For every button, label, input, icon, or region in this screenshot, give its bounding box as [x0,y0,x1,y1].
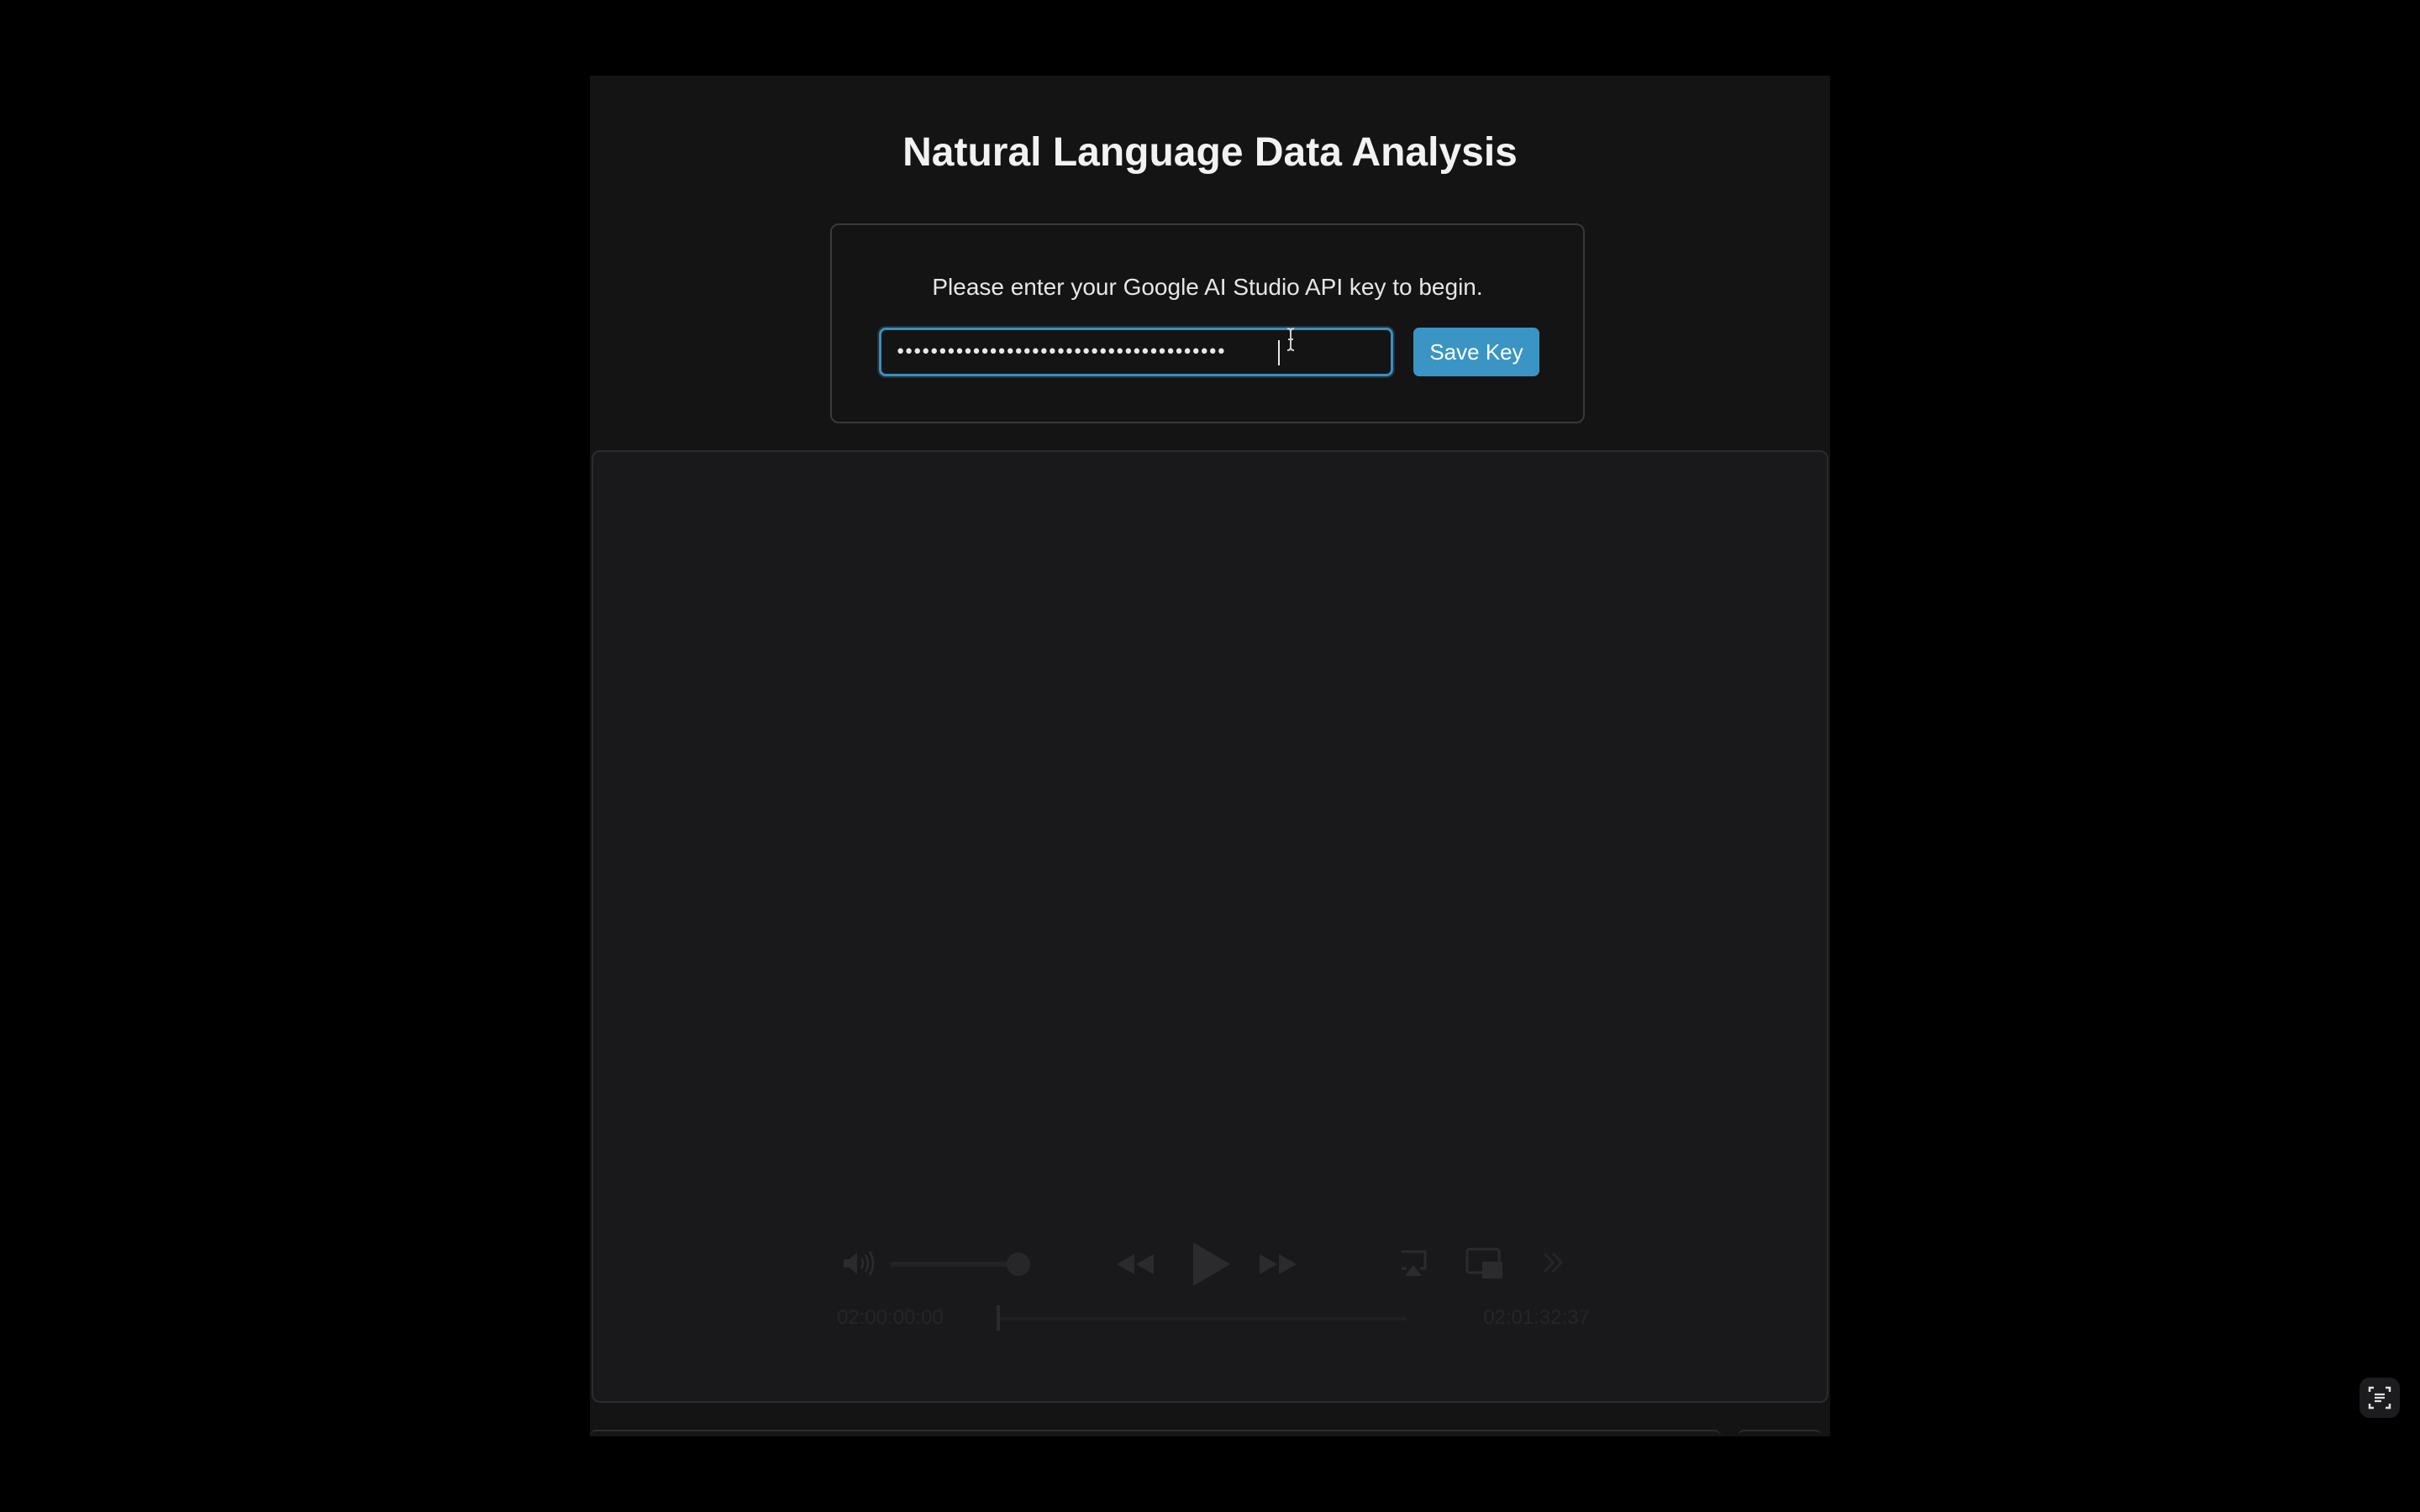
api-key-prompt: Please enter your Google AI Studio API k… [932,274,1483,300]
expand-icon[interactable] [1538,1248,1566,1277]
live-text-button[interactable] [2360,1378,2400,1418]
airplay-icon[interactable] [1398,1248,1428,1278]
scrubber-handle[interactable] [997,1305,1000,1331]
text-caret [1278,340,1280,365]
live-text-icon [2368,1386,2391,1410]
app-window: Natural Language Data Analysis Please en… [590,76,1830,1436]
api-key-card: Please enter your Google AI Studio API k… [830,223,1585,423]
speaker-icon[interactable] [842,1250,876,1277]
volume-knob[interactable] [1007,1252,1030,1276]
time-elapsed: 02:00:00:00 [837,1306,944,1329]
player-controls: 02:00:00:00 02:01:32:37 [830,1231,1597,1341]
play-icon[interactable] [1190,1240,1232,1289]
bottom-input-edge [590,1430,1721,1436]
fast-forward-icon[interactable] [1257,1252,1299,1277]
bottom-button-edge [1738,1430,1822,1436]
rewind-icon[interactable] [1114,1252,1156,1277]
ibeam-cursor-icon [1286,328,1295,351]
api-key-masked-value: ••••••••••••••••••••••••••••••••••••••• [895,342,1227,363]
api-key-input[interactable]: ••••••••••••••••••••••••••••••••••••••• [879,328,1393,376]
time-total: 02:01:32:37 [1483,1306,1590,1329]
video-player[interactable]: 02:00:00:00 02:01:32:37 [592,450,1828,1403]
playback-scrubber[interactable] [998,1317,1407,1320]
save-key-button[interactable]: Save Key [1413,328,1539,376]
volume-slider[interactable] [891,1262,1025,1267]
page-title: Natural Language Data Analysis [902,130,1518,175]
picture-in-picture-icon[interactable] [1465,1247,1504,1280]
